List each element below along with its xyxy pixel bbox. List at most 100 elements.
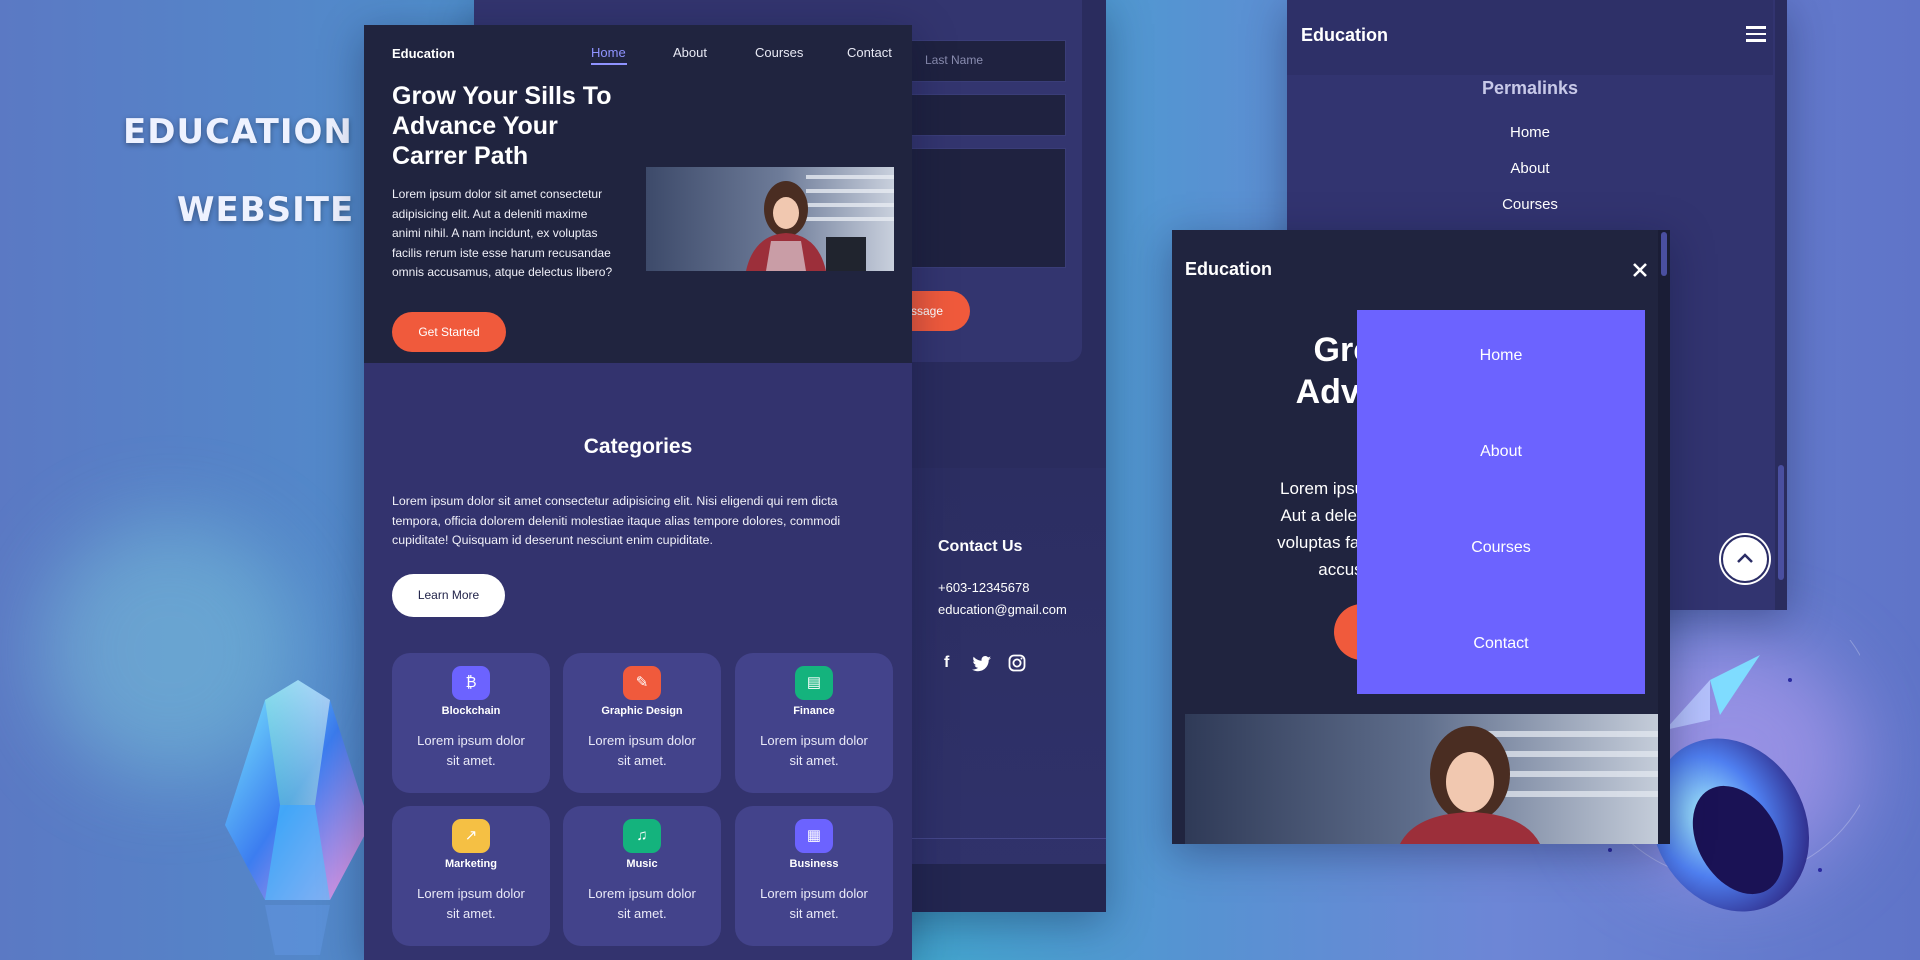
mobile-menu-courses[interactable]: Courses — [1357, 539, 1645, 557]
banner-title-line2: WEBSITE — [177, 190, 355, 230]
permalink-courses[interactable]: Courses — [1287, 196, 1773, 213]
mobile-menu-contact[interactable]: Contact — [1357, 635, 1645, 653]
card-desc: Lorem ipsum dolor sit amet. — [581, 884, 703, 924]
card-title: Finance — [793, 705, 835, 717]
hero-image — [646, 167, 894, 271]
categories-text: Lorem ipsum dolor sit amet consectetur a… — [392, 492, 840, 551]
building-icon: ▦ — [795, 819, 833, 853]
nav-home[interactable]: Home — [591, 45, 626, 60]
get-started-button[interactable]: Get Started — [392, 312, 506, 352]
categories-text-line: tempora, officia dolorem deleniti molest… — [392, 513, 841, 528]
mobile-menu-about[interactable]: About — [1357, 443, 1645, 461]
card-desc-line: Lorem ipsum dolor — [760, 733, 868, 748]
permalink-about[interactable]: About — [1287, 160, 1773, 177]
crystal-illustration — [225, 680, 370, 955]
learn-more-button[interactable]: Learn More — [392, 574, 505, 617]
mobile-menu: Home About Courses Contact — [1357, 310, 1645, 694]
card-title: Marketing — [445, 858, 497, 870]
learn-more-label: Learn More — [417, 588, 480, 602]
card-desc-line: sit amet. — [617, 906, 667, 921]
scrollbar[interactable] — [1775, 0, 1787, 610]
card-desc-line: Lorem ipsum dolor — [588, 886, 696, 901]
card-desc: Lorem ipsum dolor sit amet. — [753, 884, 875, 924]
hero-title-line: Carrer Path — [392, 142, 529, 170]
mobile-menu-panel: Education Grow Advanc Lorem ipsum dolor … — [1172, 230, 1670, 844]
card-title: Blockchain — [441, 705, 501, 717]
logo[interactable]: Education — [392, 46, 455, 61]
permalink-home[interactable]: Home — [1287, 124, 1773, 141]
nav-active-underline — [591, 63, 627, 65]
mobile-menu-home[interactable]: Home — [1357, 347, 1645, 365]
card-desc: Lorem ipsum dolor sit amet. — [410, 884, 532, 924]
hero-section: Education Home About Courses Contact Gro… — [364, 25, 912, 363]
hero-text: Lorem ipsum dolor sit amet consectetur a… — [392, 185, 612, 283]
card-desc: Lorem ipsum dolor sit amet. — [581, 731, 703, 771]
contact-email[interactable]: education@gmail.com — [938, 602, 1067, 617]
hamburger-icon[interactable] — [1746, 26, 1766, 42]
card-desc-line: sit amet. — [446, 906, 496, 921]
send-message-label: ssage — [910, 304, 944, 318]
card-desc-line: sit amet. — [789, 906, 839, 921]
nav-contact[interactable]: Contact — [847, 45, 892, 60]
get-started-label: Get Started — [418, 325, 480, 339]
category-card[interactable]: ↗ Marketing Lorem ipsum dolor sit amet. — [392, 806, 550, 946]
card-desc-line: sit amet. — [789, 753, 839, 768]
contact-heading: Contact Us — [938, 538, 1023, 555]
categories-text-line: Lorem ipsum dolor sit amet consectetur a… — [392, 494, 838, 508]
hero-text-line: Lorem ipsum dolor sit amet consectetur — [392, 187, 603, 201]
contact-phone: +603-12345678 — [938, 580, 1030, 595]
last-name-placeholder: Last Name — [925, 53, 984, 67]
hero-text-line: adipisicing elit. Aut a deleniti maxime — [392, 206, 588, 221]
card-title: Graphic Design — [601, 705, 683, 717]
last-name-input[interactable]: Last Name — [910, 40, 1066, 82]
scrollbar[interactable] — [1658, 230, 1670, 844]
card-desc-line: Lorem ipsum dolor — [588, 733, 696, 748]
music-icon: ♫ — [623, 819, 661, 853]
hero-text-line: omnis accusamus, atque delectus libero? — [392, 265, 613, 279]
card-desc: Lorem ipsum dolor sit amet. — [753, 731, 875, 771]
home-page-panel: Education Home About Courses Contact Gro… — [364, 25, 912, 960]
category-card[interactable]: ▦ Business Lorem ipsum dolor sit amet. — [735, 806, 893, 946]
card-desc-line: sit amet. — [446, 753, 496, 768]
card-desc-line: Lorem ipsum dolor — [417, 886, 525, 901]
scrollbar-thumb[interactable] — [1661, 232, 1667, 276]
bitcoin-icon: ₿ — [452, 666, 490, 700]
category-card[interactable]: ₿ Blockchain Lorem ipsum dolor sit amet. — [392, 653, 550, 793]
categories-text-line: cupiditate! Quisquam id deserunt nesciun… — [392, 533, 713, 547]
card-desc-line: sit amet. — [617, 753, 667, 768]
email-input[interactable] — [910, 94, 1066, 136]
card-title: Music — [626, 858, 658, 870]
hero-title-line: Grow Your Sills To — [392, 82, 612, 110]
hero-text-line: animi nihil. A nam incidunt, ex voluptas — [392, 226, 598, 240]
logo[interactable]: Education — [1301, 25, 1388, 46]
permalinks-heading: Permalinks — [1481, 78, 1579, 98]
hero-image — [1185, 714, 1658, 844]
bill-icon: ▤ — [795, 666, 833, 700]
card-title: Business — [789, 858, 839, 870]
scrollbar-thumb[interactable] — [1778, 465, 1784, 580]
category-card[interactable]: ✎ Graphic Design Lorem ipsum dolor sit am… — [563, 653, 721, 793]
logo[interactable]: Education — [1185, 259, 1272, 280]
card-desc: Lorem ipsum dolor sit amet. — [410, 731, 532, 771]
panel-bottom — [1172, 840, 1658, 844]
hero-title: Grow Your Sills To Advance Your Carrer P… — [392, 81, 611, 171]
categories-heading: Categories — [583, 435, 693, 458]
card-desc-line: Lorem ipsum dolor — [760, 886, 868, 901]
hero-text-line: facilis rerum iste esse harum recusandae — [392, 245, 611, 260]
card-desc-line: Lorem ipsum dolor — [417, 733, 525, 748]
message-textarea[interactable] — [910, 148, 1066, 268]
nav-about[interactable]: About — [673, 45, 707, 60]
chart-icon: ↗ — [452, 819, 490, 853]
twitter-icon[interactable] — [972, 655, 992, 672]
category-card[interactable]: ♫ Music Lorem ipsum dolor sit amet. — [563, 806, 721, 946]
hero-title-line: Advance Your — [392, 112, 558, 140]
chevron-up-icon — [1737, 553, 1753, 563]
close-icon[interactable] — [1632, 262, 1648, 278]
instagram-icon[interactable] — [1008, 654, 1026, 672]
category-card[interactable]: ▤ Finance Lorem ipsum dolor sit amet. — [735, 653, 893, 793]
palette-icon: ✎ — [623, 666, 661, 700]
banner-title-line1: EDUCATION — [123, 112, 353, 152]
scroll-to-top-button[interactable] — [1721, 535, 1769, 583]
nav-courses[interactable]: Courses — [755, 45, 803, 60]
facebook-icon[interactable]: f — [944, 654, 949, 672]
